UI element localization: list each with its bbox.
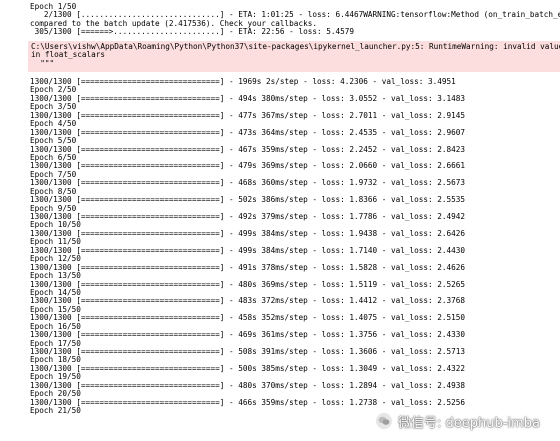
epoch-header: Epoch 2/50 (30, 86, 77, 95)
epoch-progress-line: 1300/1300 [=============================… (30, 179, 466, 188)
epoch-header: Epoch 20/50 (30, 390, 81, 399)
warning-path-line: C:\Users\vishw\AppData\Roaming\Python\Py… (31, 43, 560, 51)
epoch-header: Epoch 10/50 (30, 221, 81, 230)
epoch-header: Epoch 1/50 (30, 3, 77, 11)
epoch-progress-line: 1300/1300 [=============================… (30, 145, 466, 154)
epoch-header: Epoch 17/50 (30, 339, 81, 348)
epoch-progress-line: 1300/1300 [=============================… (30, 246, 466, 255)
epoch-header: Epoch 16/50 (30, 322, 81, 331)
epoch-progress-line: 1300/1300 [=============================… (30, 128, 466, 137)
epoch-header: Epoch 12/50 (30, 255, 81, 264)
epoch-progress-line: 1300/1300 [=============================… (30, 94, 466, 103)
epoch-progress-line: 1300/1300 [=============================… (30, 348, 466, 356)
epoch-progress-line: 1300/1300 [=============================… (30, 331, 466, 340)
stderr-warning-box: C:\Users\vishw\AppData\Roaming\Python\Py… (28, 41, 560, 72)
epoch-header: Epoch 19/50 (30, 373, 81, 382)
watermark: 微信号: deephub-imba (376, 409, 558, 433)
training-log: 1300/1300 [=============================… (30, 78, 560, 424)
epoch-progress-line: 1300/1300 [=============================… (30, 78, 456, 86)
epoch-progress-line: 1300/1300 [=============================… (30, 280, 466, 289)
epoch-header: Epoch 18/50 (30, 356, 81, 365)
epoch-progress-line: 1300/1300 [=============================… (30, 297, 466, 306)
epoch-header: Epoch 5/50 (30, 137, 77, 146)
epoch-progress-line: 1300/1300 [=============================… (30, 196, 466, 205)
watermark-text: 微信号: deephub-imba (398, 415, 540, 431)
epoch-progress-line: 1300/1300 [=============================… (30, 229, 466, 238)
epoch-header: Epoch 15/50 (30, 305, 81, 314)
epoch-progress-line: 1300/1300 [=============================… (30, 364, 466, 373)
epoch-header: Epoch 8/50 (30, 187, 77, 196)
epoch-progress-line: 1300/1300 [=============================… (30, 111, 466, 120)
epoch-progress-line: 1300/1300 [=============================… (30, 314, 466, 323)
warning-quote-line: """ (31, 59, 55, 68)
epoch-header: Epoch 4/50 (30, 120, 77, 129)
wechat-icon (376, 413, 392, 429)
epoch-progress-line: 1300/1300 [=============================… (30, 381, 466, 390)
progress-line: 2/1300 [..............................] … (30, 11, 560, 20)
epoch-header: Epoch 3/50 (30, 103, 77, 112)
epoch-progress-line: 1300/1300 [=============================… (30, 213, 466, 221)
epoch-header: Epoch 11/50 (30, 238, 81, 247)
epoch-header: Epoch 14/50 (30, 288, 81, 297)
epoch-progress-line: 1300/1300 [=============================… (30, 162, 466, 171)
epoch-header: Epoch 6/50 (30, 153, 77, 162)
epoch-header: Epoch 13/50 (30, 272, 81, 281)
tensorflow-warning-line: compared to the batch update (2.417536).… (30, 19, 317, 28)
epoch-progress-line: 1300/1300 [=============================… (30, 263, 466, 272)
epoch-progress-line: 1300/1300 [=============================… (30, 398, 466, 407)
output-head: Epoch 1/50 2/1300 [.....................… (30, 3, 560, 37)
progress-line: 305/1300 [======>.......................… (30, 28, 354, 37)
warning-message-line: in float_scalars (31, 51, 106, 60)
epoch-header: Epoch 7/50 (30, 170, 77, 179)
epoch-header: Epoch 9/50 (30, 204, 77, 213)
